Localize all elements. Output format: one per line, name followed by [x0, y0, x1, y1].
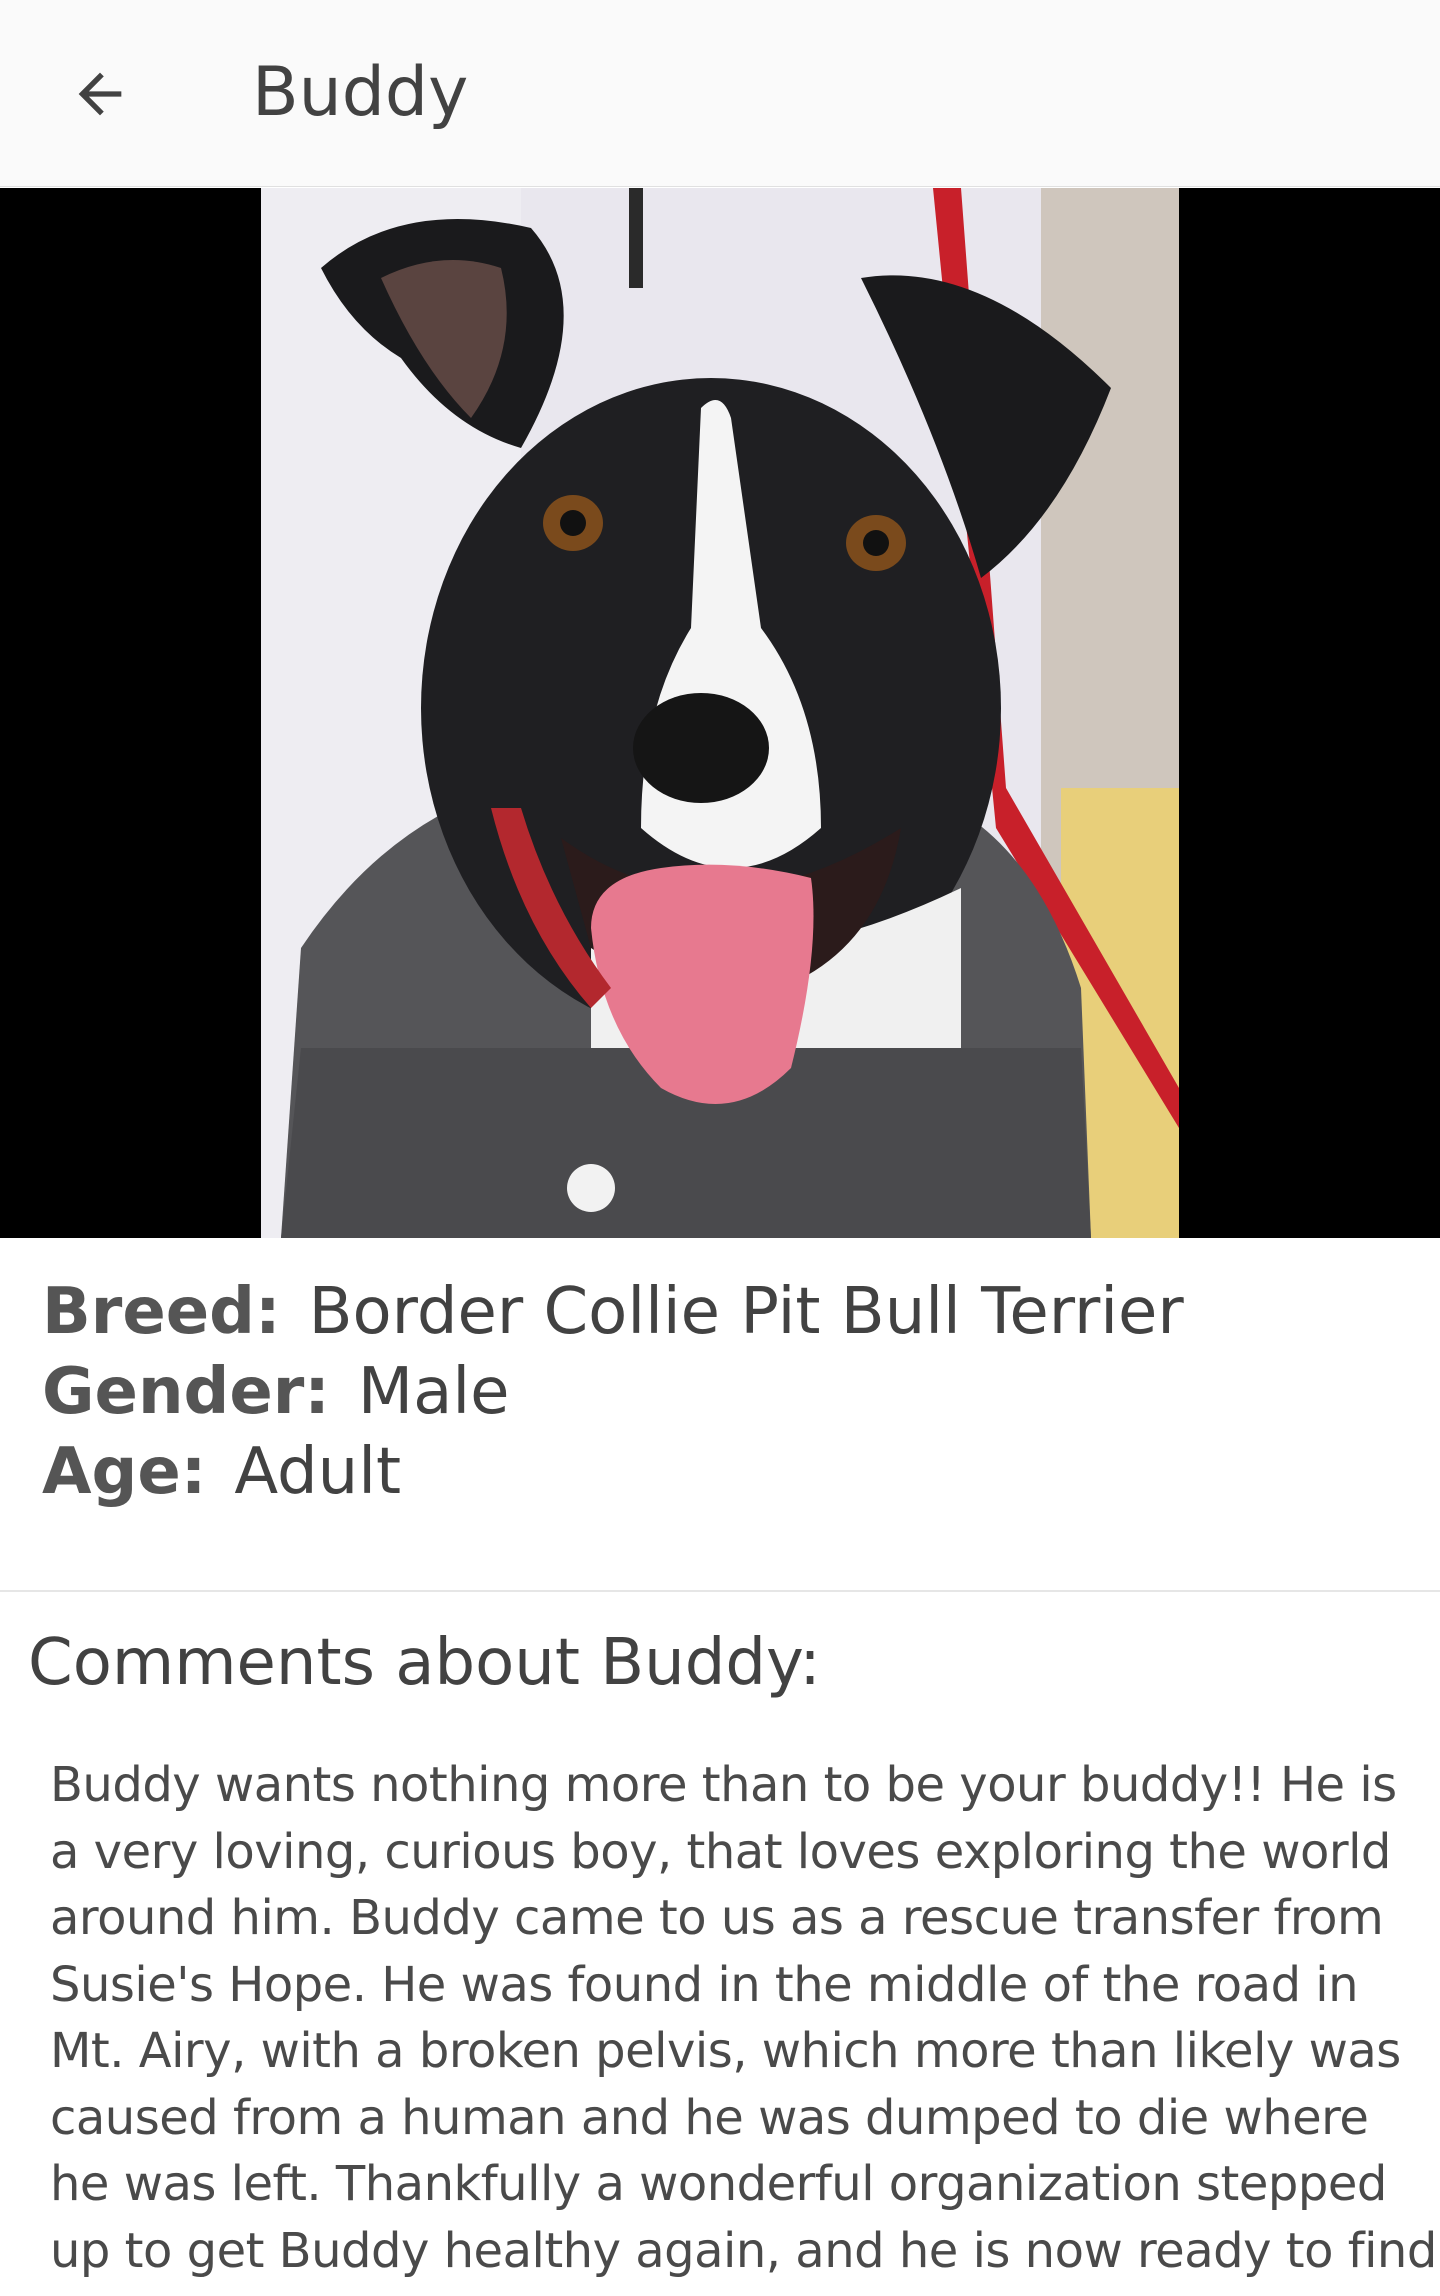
breed-label: Breed: [42, 1275, 281, 1349]
comment-line: Susie's Hope. He was found in the middle… [50, 1956, 1359, 2013]
age-value: Adult [234, 1435, 402, 1509]
comment-line: Buddy wants nothing more than to be your… [50, 1757, 1397, 1813]
breed-value: Border Collie Pit Bull Terrier [308, 1275, 1184, 1349]
app-bar: Buddy [0, 0, 1440, 187]
comment-line: a very loving, curious boy, that loves e… [50, 1823, 1391, 1880]
age-row: Age: Adult [42, 1432, 1402, 1512]
gender-value: Male [357, 1355, 510, 1429]
gender-row: Gender: Male [42, 1352, 1402, 1432]
comment-line: around him. Buddy came to us as a rescue… [50, 1890, 1384, 1946]
age-label: Age: [42, 1435, 207, 1509]
comments-body: Buddy wants nothing more than to be your… [50, 1752, 1437, 2284]
page-title: Buddy [252, 53, 469, 132]
comment-line: caused from a human and he was dumped to… [50, 2089, 1369, 2146]
comment-line: he was left. Thankfully a wonderful orga… [50, 2156, 1387, 2212]
arrow-back-icon [78, 72, 122, 116]
gender-label: Gender: [42, 1355, 330, 1429]
breed-row: Breed: Border Collie Pit Bull Terrier [42, 1272, 1402, 1352]
section-divider [0, 1590, 1440, 1592]
pet-photo [261, 188, 1179, 1238]
pet-details: Breed: Border Collie Pit Bull Terrier Gen… [42, 1272, 1402, 1512]
back-button[interactable] [52, 46, 148, 142]
comment-line: Mt. Airy, with a broken pelvis, which mo… [50, 2023, 1401, 2079]
comments-title: Comments about Buddy: [28, 1626, 821, 1700]
pet-photo-container [0, 188, 1440, 1238]
comment-line: up to get Buddy healthy again, and he is… [50, 2222, 1437, 2279]
